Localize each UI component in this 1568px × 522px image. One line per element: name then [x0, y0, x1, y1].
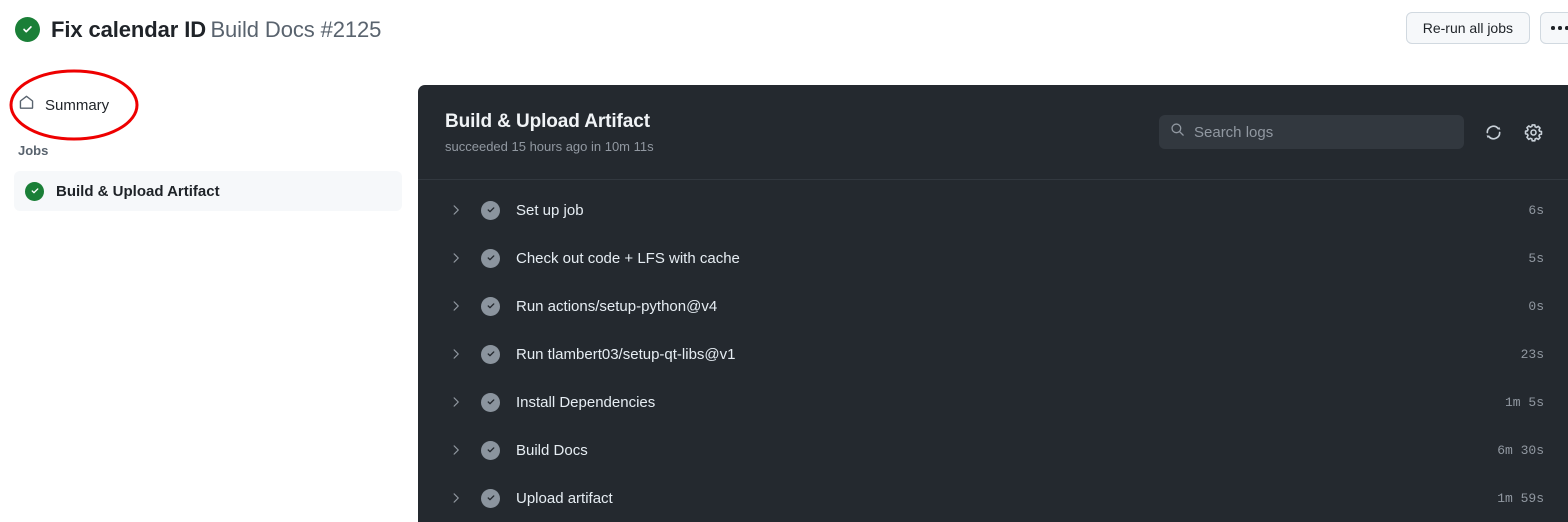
log-step-row[interactable]: Check out code + LFS with cache 5s: [418, 234, 1568, 282]
sidebar: Summary Jobs Build & Upload Artifact: [0, 59, 416, 522]
page-title: Fix calendar ID Build Docs #2125: [51, 17, 381, 43]
sidebar-item-build-upload-artifact[interactable]: Build & Upload Artifact: [14, 171, 402, 211]
chevron-right-icon: [450, 396, 472, 408]
chevron-right-icon: [450, 300, 472, 312]
run-subtitle: Build Docs #2125: [210, 16, 382, 42]
log-step-row[interactable]: Install Dependencies 1m 5s: [418, 378, 1568, 426]
job-success-icon: [25, 181, 44, 201]
workflow-run-page: Fix calendar ID Build Docs #2125 Re-run …: [0, 0, 1568, 522]
step-success-icon: [481, 200, 500, 220]
chevron-right-icon: [450, 204, 472, 216]
chevron-right-icon: [450, 252, 472, 264]
run-header: Fix calendar ID Build Docs #2125: [0, 17, 381, 43]
log-step-duration: 23s: [1520, 346, 1544, 362]
search-icon: [1170, 122, 1185, 142]
chevron-right-icon: [450, 492, 472, 504]
re-run-all-jobs-button[interactable]: Re-run all jobs: [1405, 12, 1530, 44]
sidebar-jobs-heading: Jobs: [18, 143, 49, 158]
log-panel-status: succeeded 15 hours ago in 10m 11s: [445, 138, 654, 154]
run-title: Fix calendar ID: [51, 16, 207, 42]
log-step-duration: 5s: [1528, 250, 1544, 266]
step-success-icon: [481, 392, 500, 412]
log-step-duration: 6s: [1528, 202, 1544, 218]
log-step-duration: 1m 5s: [1504, 394, 1544, 410]
step-success-icon: [481, 344, 500, 364]
log-panel-title: Build & Upload Artifact: [445, 110, 650, 132]
top-bar: Fix calendar ID Build Docs #2125 Re-run …: [0, 0, 1568, 59]
log-step-name: Run tlambert03/setup-qt-libs@v1: [516, 345, 736, 363]
sidebar-item-summary-label: Summary: [45, 96, 110, 114]
search-logs-input[interactable]: [1194, 123, 1453, 141]
step-success-icon: [481, 248, 500, 268]
chevron-right-icon: [450, 444, 472, 456]
log-panel-tools: [1159, 115, 1544, 149]
job-log-panel: Build & Upload Artifact succeeded 15 hou…: [418, 85, 1568, 522]
log-step-duration: 6m 30s: [1497, 442, 1544, 458]
check-circle-icon: [15, 17, 40, 42]
sidebar-item-summary[interactable]: Summary: [14, 87, 402, 123]
log-step-row[interactable]: Run tlambert03/setup-qt-libs@v1 23s: [418, 330, 1568, 378]
refresh-icon[interactable]: [1482, 121, 1504, 143]
log-step-name: Set up job: [516, 201, 584, 219]
log-step-name: Upload artifact: [516, 489, 613, 507]
log-steps-list: Set up job 6s Check out code + LFS with …: [418, 180, 1568, 522]
log-step-duration: 0s: [1528, 298, 1544, 314]
log-panel-header: Build & Upload Artifact succeeded 15 hou…: [418, 85, 1568, 180]
log-step-name: Check out code + LFS with cache: [516, 249, 740, 267]
log-step-row[interactable]: Set up job 6s: [418, 186, 1568, 234]
search-logs-box[interactable]: [1159, 115, 1464, 149]
home-icon: [18, 94, 35, 116]
log-step-row[interactable]: Run actions/setup-python@v4 0s: [418, 282, 1568, 330]
log-step-name: Install Dependencies: [516, 393, 656, 411]
sidebar-job-label: Build & Upload Artifact: [56, 182, 220, 200]
log-step-duration: 1m 59s: [1497, 490, 1544, 506]
more-options-button[interactable]: [1540, 12, 1568, 44]
log-step-name: Build Docs: [516, 441, 588, 459]
step-success-icon: [481, 488, 500, 508]
kebab-icon: [1551, 26, 1568, 30]
log-step-row[interactable]: Upload artifact 1m 59s: [418, 474, 1568, 522]
gear-icon[interactable]: [1522, 121, 1544, 143]
top-bar-actions: Re-run all jobs: [1405, 12, 1568, 44]
step-success-icon: [481, 440, 500, 460]
log-header-text: Build & Upload Artifact succeeded 15 hou…: [445, 111, 1159, 154]
step-success-icon: [481, 296, 500, 316]
log-step-row[interactable]: Build Docs 6m 30s: [418, 426, 1568, 474]
chevron-right-icon: [450, 348, 472, 360]
log-step-name: Run actions/setup-python@v4: [516, 297, 718, 315]
